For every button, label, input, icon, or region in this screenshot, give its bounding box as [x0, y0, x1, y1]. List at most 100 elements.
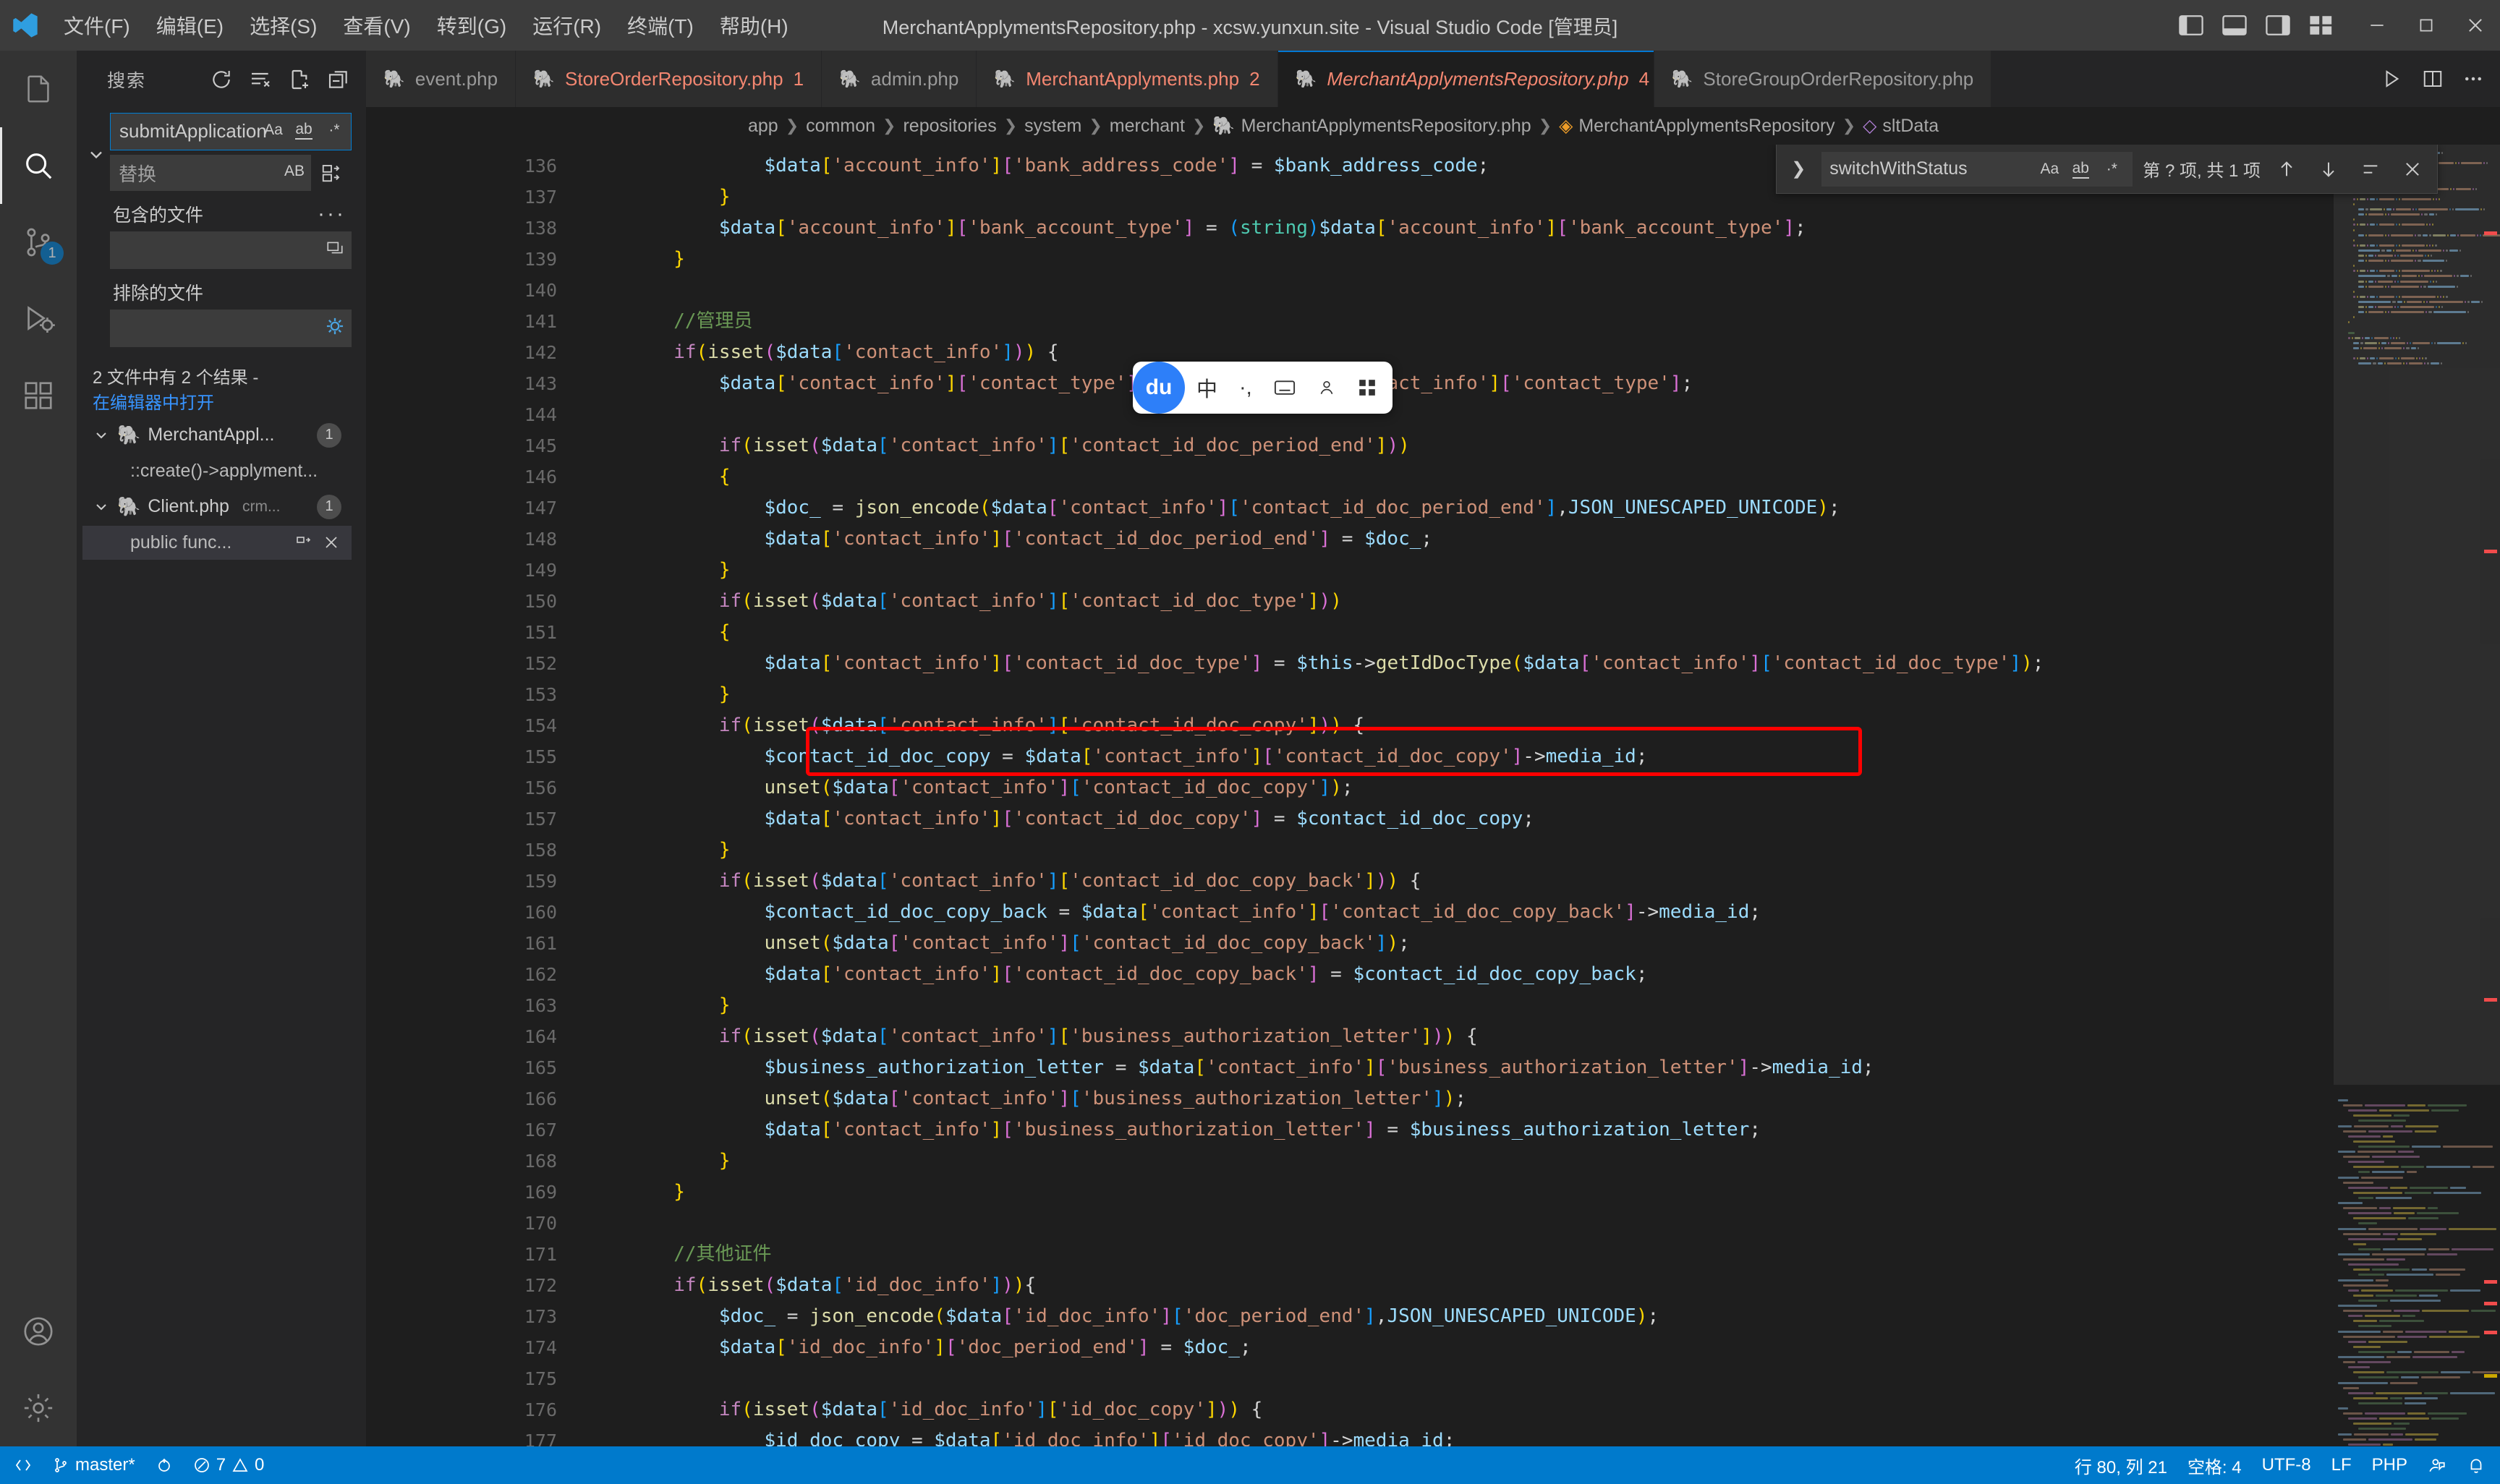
tab-storegrouporderrepository-php[interactable]: 🐘 StoreGroupOrderRepository.php: [1654, 51, 1992, 107]
menu-terminal[interactable]: 终端(T): [614, 7, 707, 44]
code-line[interactable]: //其他证件: [583, 1239, 2334, 1270]
sidebar-item-run-and-debug[interactable]: [0, 281, 77, 357]
run-or-debug-icon[interactable]: [2381, 68, 2403, 90]
find-input[interactable]: switchWithStatus Aa ab ·*: [1821, 151, 2133, 187]
tab-storeorderrepository-php[interactable]: 🐘 StoreOrderRepository.php 1: [516, 51, 822, 107]
find-in-selection-icon[interactable]: [2355, 153, 2386, 185]
code-line[interactable]: $data['contact_info']['business_authoriz…: [583, 1114, 2334, 1146]
code-line[interactable]: [583, 1208, 2334, 1239]
use-exclude-settings-icon[interactable]: [323, 314, 347, 338]
code-line[interactable]: $data['contact_info']['contact_id_doc_co…: [583, 803, 2334, 835]
breadcrumb-app[interactable]: app: [748, 116, 778, 137]
scrollbar-decorations[interactable]: [2481, 145, 2500, 1446]
ime-toolbar[interactable]: du 中 ·,: [1133, 362, 1393, 414]
replace-match-icon[interactable]: [295, 534, 312, 551]
code-line[interactable]: }: [583, 244, 2334, 275]
sync-changes-icon[interactable]: [145, 1446, 183, 1484]
toggle-primary-sidebar-icon[interactable]: [2179, 14, 2203, 36]
code-line[interactable]: if(isset($data['contact_info']['contact_…: [583, 710, 2334, 741]
bell-icon[interactable]: [2457, 1446, 2496, 1484]
code-line[interactable]: unset($data['contact_info']['contact_id_…: [583, 772, 2334, 803]
code-line[interactable]: if(isset($data['contact_info']['contact_…: [583, 866, 2334, 897]
breadcrumb-file[interactable]: 🐘 MerchantApplymentsRepository.php: [1212, 116, 1531, 137]
code-line[interactable]: $business_authorization_letter = $data['…: [583, 1052, 2334, 1083]
code-line[interactable]: {: [583, 461, 2334, 492]
result-file-row[interactable]: 🐘 Client.php crm... 1: [82, 488, 352, 526]
code-line[interactable]: unset($data['contact_info']['contact_id_…: [583, 928, 2334, 959]
code-line[interactable]: }: [583, 1146, 2334, 1177]
refresh-icon[interactable]: [210, 68, 233, 91]
menu-go[interactable]: 转到(G): [424, 7, 519, 44]
open-in-editor-link[interactable]: 在编辑器中打开: [93, 393, 214, 413]
result-match-row[interactable]: ::create()->applyment...: [82, 454, 352, 488]
collapse-all-icon[interactable]: [327, 68, 350, 91]
search-input[interactable]: submitApplication Aa ab ·*: [110, 113, 352, 150]
sidebar-item-extensions[interactable]: [0, 357, 77, 434]
menu-edit[interactable]: 编辑(E): [143, 7, 237, 44]
breadcrumb-class[interactable]: ◈ MerchantApplymentsRepository: [1559, 115, 1835, 137]
result-match-row[interactable]: public func...: [82, 525, 352, 560]
menu-selection[interactable]: 选择(S): [237, 7, 330, 44]
open-new-search-editor-icon[interactable]: [288, 68, 311, 91]
cursor-position[interactable]: 行 80, 列 21: [2065, 1446, 2177, 1484]
clear-results-icon[interactable]: [249, 68, 272, 91]
remote-indicator[interactable]: [4, 1446, 42, 1484]
code-line[interactable]: }: [583, 679, 2334, 710]
code-line[interactable]: $doc_ = json_encode($data['contact_info'…: [583, 492, 2334, 524]
result-file-row[interactable]: 🐘 MerchantAppl... 1: [82, 417, 352, 454]
menu-view[interactable]: 查看(V): [330, 7, 423, 44]
toggle-replace-icon[interactable]: [82, 113, 110, 165]
language-mode[interactable]: PHP: [2362, 1446, 2418, 1484]
code-line[interactable]: [583, 1363, 2334, 1394]
code-line[interactable]: $data['contact_info']['contact_id_doc_co…: [583, 959, 2334, 990]
eol-setting[interactable]: LF: [2321, 1446, 2362, 1484]
toggle-panel-icon[interactable]: [2222, 14, 2247, 36]
files-to-include-input[interactable]: [110, 231, 352, 269]
code-line[interactable]: $data['contact_info']['contact_id_doc_ty…: [583, 648, 2334, 679]
minimap[interactable]: [2334, 145, 2500, 1446]
tab-merchantapplyments-php[interactable]: 🐘 MerchantApplyments.php 2: [977, 51, 1278, 107]
menu-run[interactable]: 运行(R): [519, 7, 614, 44]
feedback-icon[interactable]: [2418, 1446, 2457, 1484]
code-line[interactable]: if(isset($data['id_doc_info'])){: [583, 1270, 2334, 1301]
find-match-case-toggle[interactable]: Aa: [2036, 156, 2062, 182]
use-regex-toggle[interactable]: ·*: [322, 118, 346, 142]
code-line[interactable]: if(isset($data['contact_info']['contact_…: [583, 586, 2334, 617]
dismiss-match-icon[interactable]: [323, 534, 340, 551]
code-line[interactable]: {: [583, 617, 2334, 648]
code-line[interactable]: }: [583, 555, 2334, 586]
indentation-setting[interactable]: 空格: 4: [2177, 1446, 2252, 1484]
problems-indicator[interactable]: 7 0: [183, 1446, 275, 1484]
maximize-button[interactable]: [2402, 0, 2451, 51]
apps-icon[interactable]: [1348, 378, 1387, 397]
code-line[interactable]: }: [583, 1177, 2334, 1208]
gear-icon[interactable]: [0, 1370, 77, 1446]
match-whole-word-toggle[interactable]: ab: [292, 118, 316, 142]
code-line[interactable]: //管理员: [583, 306, 2334, 337]
toggle-replace-icon[interactable]: ❯: [1785, 158, 1811, 179]
menu-help[interactable]: 帮助(H): [707, 7, 802, 44]
user-icon[interactable]: [1307, 378, 1346, 397]
code-line[interactable]: }: [583, 990, 2334, 1021]
breadcrumb-merchant[interactable]: merchant: [1110, 116, 1185, 137]
code-line[interactable]: [583, 399, 2334, 430]
code-line[interactable]: $data['contact_info']['contact_type'] = …: [583, 368, 2334, 399]
replace-all-icon[interactable]: [311, 155, 352, 191]
more-actions-icon[interactable]: [2462, 68, 2484, 90]
split-editor-icon[interactable]: [2422, 68, 2444, 90]
code-editor[interactable]: 136 137 138 139 140 141 142 143 144 145 146 147 148 1…: [366, 145, 2500, 1446]
open-editors-filter-icon[interactable]: [323, 236, 347, 260]
code-line[interactable]: if(isset($data['contact_info']['business…: [583, 1021, 2334, 1052]
sidebar-item-source-control[interactable]: 1: [0, 204, 77, 281]
code-line[interactable]: $id_doc_copy = $data['id_doc_info']['id_…: [583, 1425, 2334, 1446]
tab-event-php[interactable]: 🐘 event.php: [366, 51, 516, 107]
code-line[interactable]: if(isset($data['id_doc_info']['id_doc_co…: [583, 1394, 2334, 1425]
tab-admin-php[interactable]: 🐘 admin.php: [822, 51, 977, 107]
sidebar-item-search[interactable]: [0, 127, 77, 204]
preserve-case-toggle[interactable]: AB: [282, 159, 307, 184]
keyboard-icon[interactable]: [1264, 378, 1306, 397]
previous-match-icon[interactable]: [2271, 153, 2303, 185]
code-line[interactable]: if(isset($data['contact_info'])) {: [583, 337, 2334, 368]
find-whole-word-toggle[interactable]: ab: [2067, 156, 2093, 182]
close-icon[interactable]: [2397, 153, 2428, 185]
